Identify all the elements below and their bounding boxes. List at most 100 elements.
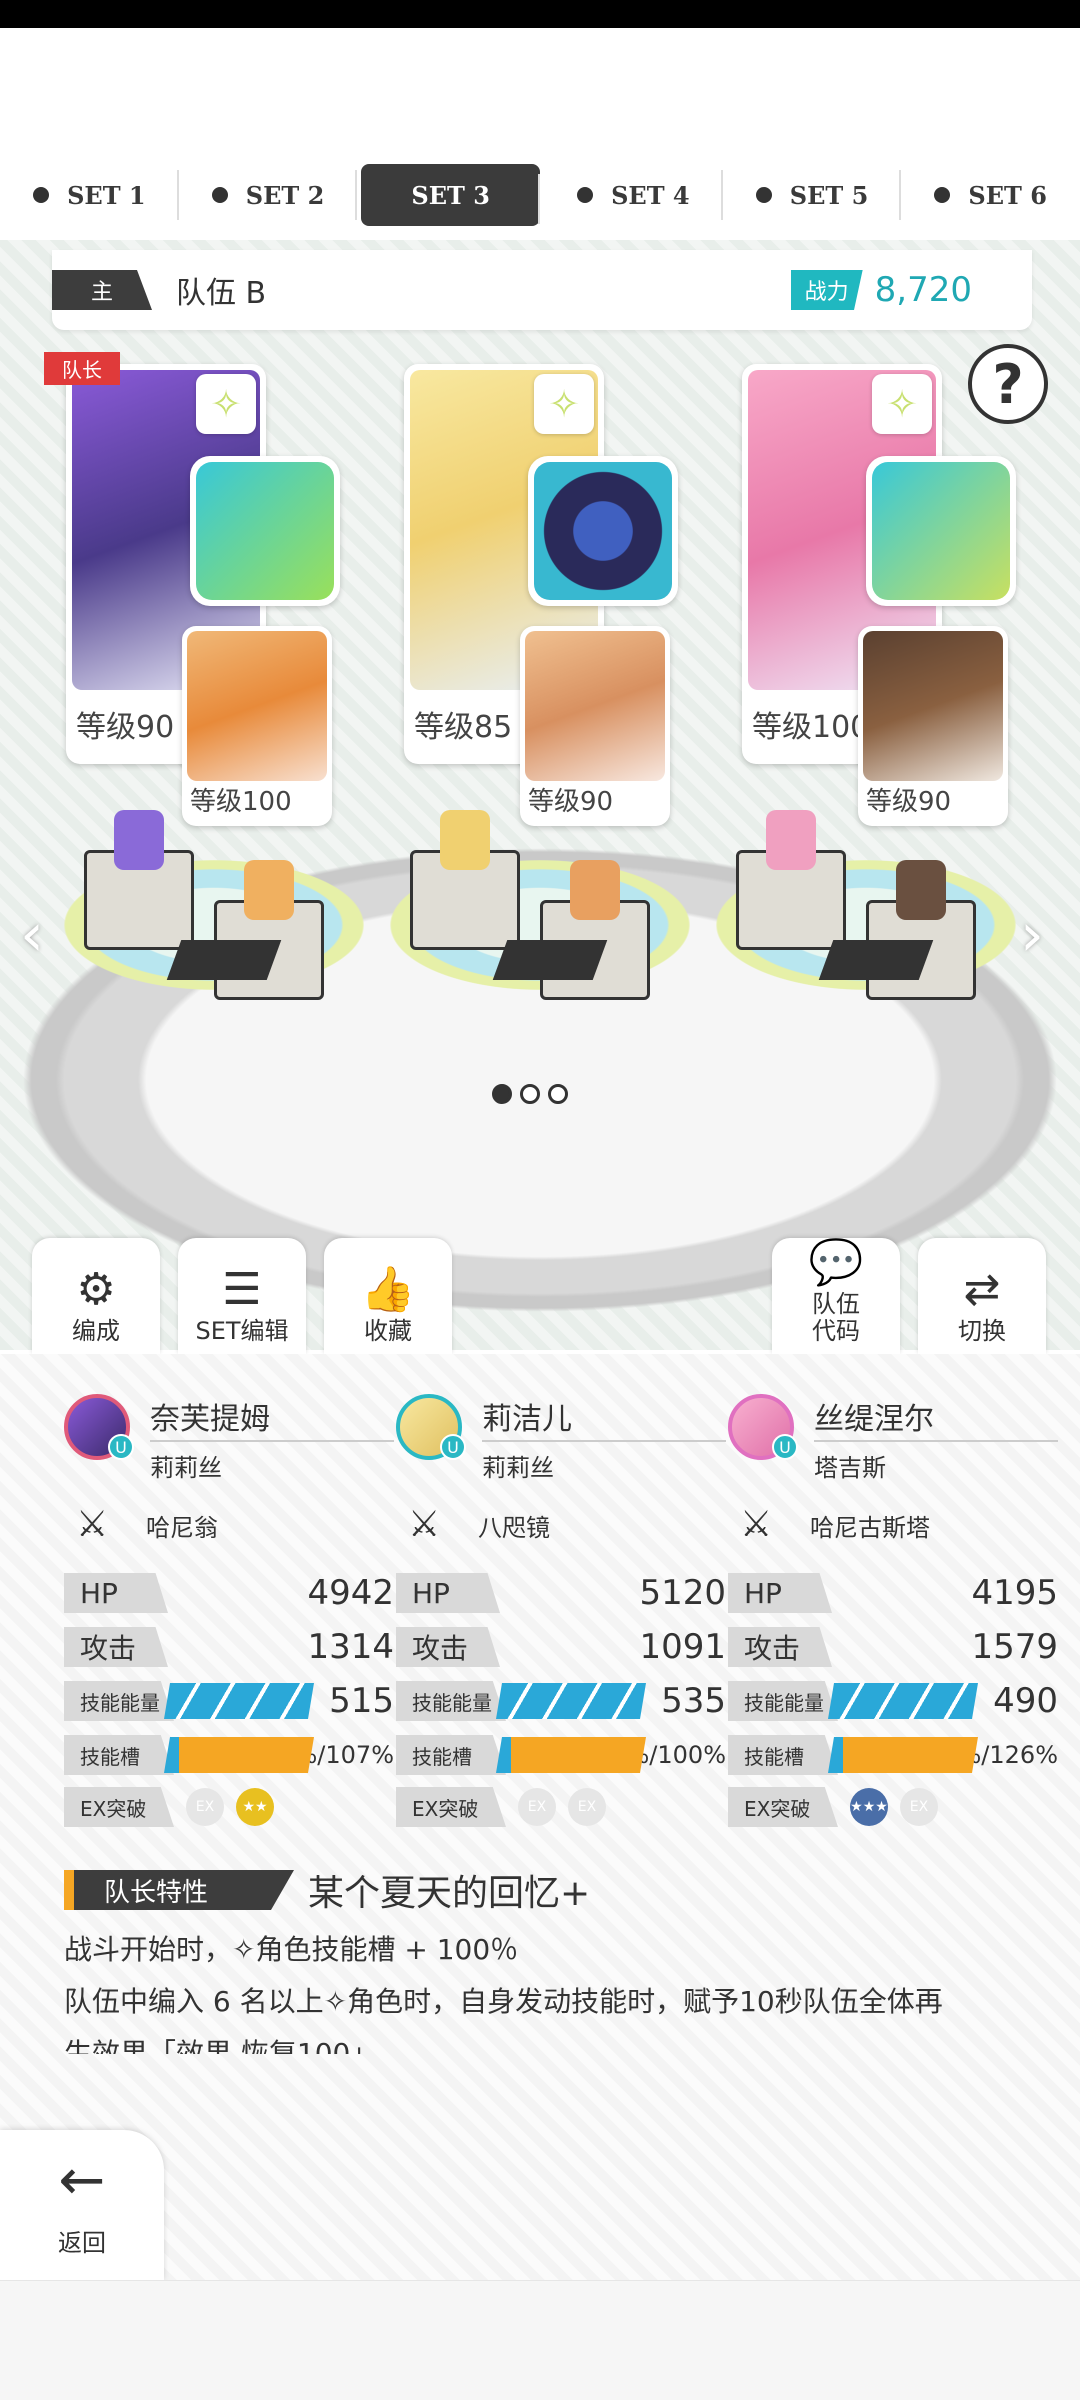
tab-dot-icon bbox=[755, 187, 772, 203]
stat-label: HP bbox=[728, 1573, 832, 1613]
sub-character-portrait bbox=[187, 631, 327, 781]
sparkle-icon: ✧ bbox=[872, 374, 932, 434]
percent-sign: % bbox=[703, 1741, 726, 1769]
percent-sign: % bbox=[1035, 1741, 1058, 1769]
character-column-2: U 莉洁儿 莉莉丝 ⚔ 八咫镜 HP 5120 攻击 1091 技能能量 535 技能槽… bbox=[396, 1394, 726, 1827]
energy-value: 490 bbox=[993, 1681, 1058, 1721]
energy-stat: 技能能量 535 bbox=[396, 1679, 726, 1723]
slot-max: 100 bbox=[657, 1741, 704, 1769]
slot-bar bbox=[496, 1737, 646, 1773]
u-badge-icon: U bbox=[108, 1434, 134, 1460]
team-name: 队伍 B bbox=[176, 276, 267, 311]
hp-stat: HP 4942 bbox=[64, 1571, 394, 1615]
page-dot bbox=[520, 1084, 540, 1104]
ex-row: EX突破 ★★★ EX bbox=[728, 1787, 1058, 1827]
team-code-button[interactable]: 💬 队伍 代码 bbox=[772, 1238, 900, 1354]
unit-slot-3[interactable]: 等级100 ✧ 等级90 bbox=[732, 364, 1032, 826]
ex-medal-icon: EX bbox=[900, 1788, 938, 1826]
tab-set-5[interactable]: SET 5 bbox=[723, 160, 902, 230]
character-header[interactable]: U 莉洁儿 莉莉丝 bbox=[396, 1394, 726, 1483]
weapon-row: ⚔ 八咫镜 bbox=[408, 1505, 726, 1545]
hp-value: 5120 bbox=[639, 1573, 726, 1613]
favorite-button[interactable]: 👍 收藏 bbox=[324, 1238, 452, 1354]
sparkle-icon: ✧ bbox=[196, 374, 256, 434]
trait-line: 队伍中编入 6 名以上✧角色时，自身发动技能时，赋予10秒队伍全体再 bbox=[64, 1985, 943, 2018]
character-avatar: U bbox=[64, 1394, 134, 1460]
tab-set-1[interactable]: SET 1 bbox=[0, 160, 179, 230]
weapon-icon: ⚔ bbox=[740, 1504, 773, 1545]
main-level: 等级100 bbox=[752, 710, 870, 745]
tab-set-3[interactable]: SET 3 bbox=[361, 164, 541, 226]
prev-arrow-icon[interactable]: ‹ bbox=[20, 900, 44, 970]
equipment-icon bbox=[534, 462, 672, 600]
trait-line: 生效果「效果 恢复100」 bbox=[64, 2037, 379, 2054]
team-bar: 主 队伍 B 战力 8,720 bbox=[52, 250, 1032, 330]
slot-stat: 技能槽135%/107% bbox=[64, 1733, 394, 1777]
set-edit-button[interactable]: ☰ SET编辑 bbox=[178, 1238, 306, 1354]
stage-platform bbox=[716, 790, 1016, 1000]
tab-set-2[interactable]: SET 2 bbox=[179, 160, 358, 230]
energy-bar bbox=[496, 1683, 646, 1719]
stage-platform bbox=[390, 790, 690, 1000]
chibi-sprite bbox=[570, 860, 620, 920]
chibi-sprite bbox=[896, 860, 946, 920]
slot-stat: 技能槽150%/100% bbox=[396, 1733, 726, 1777]
character-header[interactable]: U 丝缇涅尔 塔吉斯 bbox=[728, 1394, 1058, 1483]
stat-label: 技能槽 bbox=[728, 1735, 838, 1775]
tab-set-4[interactable]: SET 4 bbox=[544, 160, 723, 230]
team-code-label: 队伍 代码 bbox=[812, 1290, 860, 1345]
weapon-name: 哈尼古斯塔 bbox=[810, 1513, 930, 1542]
character-name: 丝缇涅尔 bbox=[814, 1394, 1058, 1442]
equipment-slot[interactable] bbox=[528, 456, 678, 606]
stat-label: EX突破 bbox=[64, 1787, 174, 1827]
stat-label: HP bbox=[64, 1573, 168, 1613]
stat-label: 技能槽 bbox=[396, 1735, 506, 1775]
leader-trait: 队长特性 某个夏天的回忆+ 战斗开始时，✧角色技能槽 + 100％ 队伍中编入 … bbox=[64, 1864, 1024, 2054]
weapon-name: 哈尼翁 bbox=[146, 1513, 218, 1542]
character-subname: 莉莉丝 bbox=[150, 1454, 222, 1482]
slot-stat: 技能槽280%/126% bbox=[728, 1733, 1058, 1777]
weapon-name: 八咫镜 bbox=[478, 1513, 550, 1542]
page-dot bbox=[548, 1084, 568, 1104]
character-subname: 莉莉丝 bbox=[482, 1454, 554, 1482]
atk-stat: 攻击 1091 bbox=[396, 1625, 726, 1669]
weapon-icon: ⚔ bbox=[408, 1504, 441, 1545]
energy-value: 515 bbox=[329, 1681, 394, 1721]
tab-set-6[interactable]: SET 6 bbox=[901, 160, 1080, 230]
equipment-slot[interactable] bbox=[190, 456, 340, 606]
formation-button[interactable]: ⚙ 编成 bbox=[32, 1238, 160, 1354]
equipment-icon bbox=[872, 462, 1010, 600]
unit-slot-2[interactable]: 等级85 ✧ 等级90 bbox=[394, 364, 694, 826]
character-subname: 塔吉斯 bbox=[814, 1454, 886, 1482]
character-header[interactable]: U 奈芙提姆 莉莉丝 bbox=[64, 1394, 394, 1483]
character-name: 奈芙提姆 bbox=[150, 1394, 394, 1442]
stat-label: 攻击 bbox=[396, 1627, 500, 1667]
tablet bbox=[492, 940, 608, 980]
person-gear-icon: ⚙ bbox=[76, 1263, 116, 1315]
unit-slot-1[interactable]: 等级90 ✧ 等级100 bbox=[56, 364, 356, 826]
slot-bar bbox=[828, 1737, 978, 1773]
trait-line: 战斗开始时，✧角色技能槽 + 100％ bbox=[64, 1933, 519, 1966]
ex-medal-icon: EX bbox=[186, 1788, 224, 1826]
back-button[interactable]: ← 返回 bbox=[0, 2130, 164, 2280]
switch-label: 切换 bbox=[958, 1316, 1006, 1345]
chibi-sprite bbox=[440, 810, 490, 870]
hp-value: 4942 bbox=[307, 1573, 394, 1613]
trait-badge: 队长特性 bbox=[64, 1870, 294, 1910]
stage-platform bbox=[64, 790, 364, 1000]
hp-stat: HP 4195 bbox=[728, 1571, 1058, 1615]
set-tabs: SET 1 SET 2 SET 3 SET 4 SET 5 SET 6 bbox=[0, 160, 1080, 230]
team-main-tag: 主 bbox=[52, 270, 152, 310]
tab-dot-icon bbox=[33, 187, 50, 203]
equipment-slot[interactable] bbox=[866, 456, 1016, 606]
switch-button[interactable]: ⇄ 切换 bbox=[918, 1238, 1046, 1354]
set-edit-label: SET编辑 bbox=[195, 1316, 289, 1345]
character-name: 莉洁儿 bbox=[482, 1394, 726, 1442]
hp-stat: HP 5120 bbox=[396, 1571, 726, 1615]
atk-stat: 攻击 1314 bbox=[64, 1625, 394, 1669]
tab-label: SET 6 bbox=[968, 180, 1047, 210]
character-avatar: U bbox=[396, 1394, 466, 1460]
next-arrow-icon[interactable]: › bbox=[1020, 900, 1044, 970]
character-column-1: U 奈芙提姆 莉莉丝 ⚔ 哈尼翁 HP 4942 攻击 1314 技能能量 515 技能… bbox=[64, 1394, 394, 1827]
tab-label: SET 4 bbox=[611, 180, 690, 210]
